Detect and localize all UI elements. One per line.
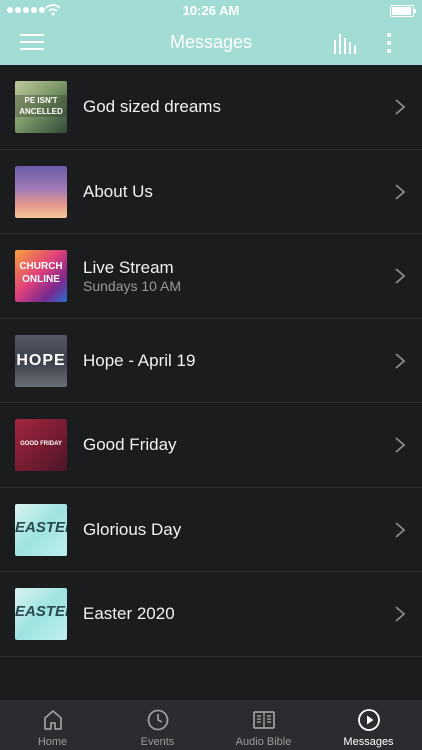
list-item[interactable]: EASTER Easter 2020	[0, 572, 422, 657]
church-online-thumbnail: CHURCH ONLINE	[15, 250, 67, 302]
list-item[interactable]: PE ISN'T ANCELLED God sized dreams	[0, 65, 422, 150]
tab-label: Audio Bible	[235, 736, 292, 748]
list-item-subtitle: Sundays 10 AM	[83, 278, 182, 294]
god-sized-dreams-thumbnail: PE ISN'T ANCELLED	[15, 81, 67, 133]
chevron-right-icon	[395, 268, 406, 284]
tab-label: Messages	[343, 736, 394, 748]
sunset-thumbnail	[15, 165, 67, 218]
tab-messages[interactable]: Messages	[316, 700, 421, 750]
book-icon	[253, 711, 275, 729]
audio-bars-icon[interactable]	[333, 32, 357, 54]
chevron-right-icon	[395, 183, 406, 200]
list-item[interactable]: EASTER Glorious Day	[0, 488, 422, 572]
list-item-title: Good Friday	[83, 435, 177, 454]
battery-level	[392, 7, 411, 15]
chevron-right-icon	[395, 352, 406, 369]
tab-label: Home	[37, 736, 68, 748]
list-item[interactable]: CHURCH ONLINE Live Stream Sundays 10 AM	[0, 234, 422, 319]
hope-thumbnail: HOPE	[15, 334, 67, 387]
list-item[interactable]: GOOD FRIDAY Good Friday	[0, 403, 422, 488]
tab-home[interactable]: Home	[0, 700, 105, 750]
tab-label: Events	[140, 736, 175, 748]
nav-bar: Messages	[0, 20, 422, 65]
list-item-title: Live Stream	[83, 258, 174, 277]
list-item-title: Hope - April 19	[83, 350, 196, 370]
more-options-icon[interactable]	[380, 31, 398, 55]
play-circle-icon	[358, 709, 380, 731]
clock-icon	[147, 709, 169, 731]
home-icon	[44, 710, 62, 730]
list-item-title: About Us	[83, 181, 153, 201]
messages-list: PE ISN'T ANCELLED God sized dreams About…	[0, 65, 422, 657]
status-time: 10:26 AM	[182, 3, 240, 18]
list-item[interactable]: About Us	[0, 150, 422, 234]
chevron-right-icon	[395, 437, 406, 453]
chevron-right-icon	[395, 521, 406, 538]
tab-bar: Home Events Audio Bible Messages	[0, 700, 422, 750]
list-item-title: Glorious Day	[83, 519, 182, 539]
easter-thumbnail: EASTER	[15, 503, 67, 556]
good-friday-thumbnail: GOOD FRIDAY	[15, 419, 67, 471]
list-item[interactable]: HOPE Hope - April 19	[0, 319, 422, 403]
page-title: Messages	[169, 32, 253, 52]
list-item-title: God sized dreams	[83, 97, 221, 116]
tab-events[interactable]: Events	[105, 700, 210, 750]
easter-thumbnail: EASTER	[15, 588, 67, 640]
chevron-right-icon	[395, 606, 406, 622]
chevron-right-icon	[395, 99, 406, 115]
status-bar: 10:26 AM	[0, 0, 422, 20]
tab-audio-bible[interactable]: Audio Bible	[211, 700, 316, 750]
list-item-title: Easter 2020	[83, 604, 175, 623]
battery-icon	[390, 5, 416, 17]
